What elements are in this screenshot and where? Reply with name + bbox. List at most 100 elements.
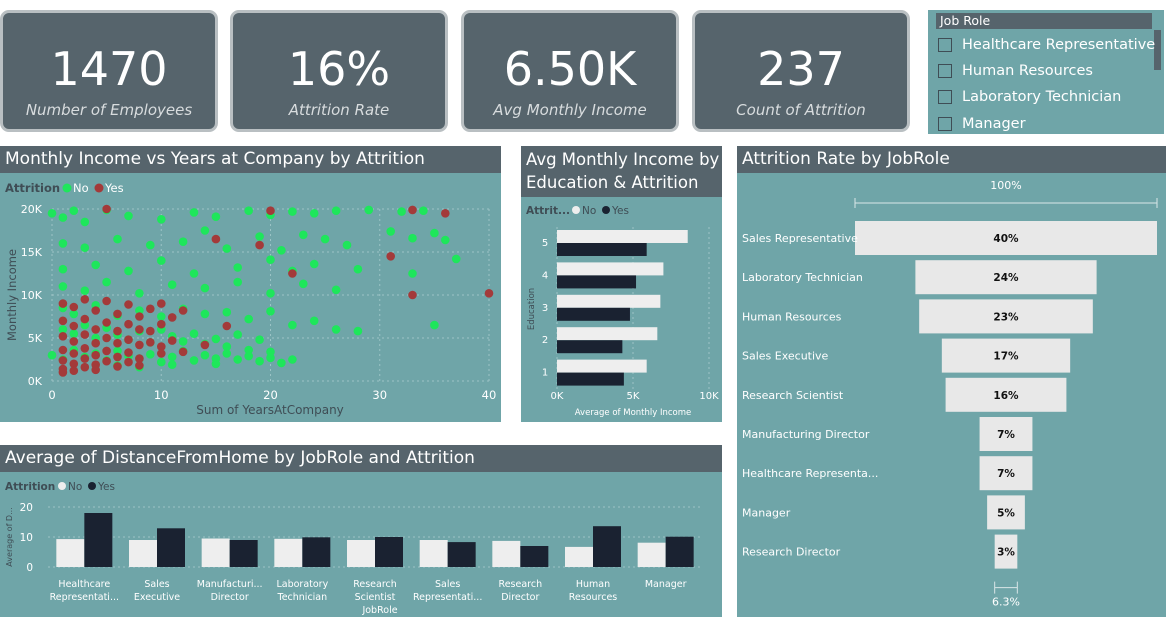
x-tick-label: Director <box>501 592 539 603</box>
scatter-point-no <box>167 360 177 369</box>
scatter-point-no <box>255 232 264 241</box>
scatter-point-no <box>299 279 308 289</box>
scatter-point-no <box>408 269 417 278</box>
kpi-value: 16% <box>287 42 391 96</box>
scatter-point-no <box>309 209 319 218</box>
education-chart[interactable]: Attrit... No Yes 0K 5K 10K Average of Monthly … <box>521 197 722 422</box>
scatter-point-yes <box>408 205 417 215</box>
x-tick-label: Research <box>499 579 543 590</box>
x-axis-label: Sum of YearsAtCompany <box>196 403 344 417</box>
checkbox[interactable] <box>938 38 952 52</box>
distance-title: Average of DistanceFromHome by JobRole a… <box>0 445 722 472</box>
scatter-point-no <box>397 207 406 216</box>
bar-no <box>565 546 593 567</box>
bar-no <box>56 539 85 567</box>
scatter-point-yes <box>69 349 79 358</box>
scatter-point-no <box>331 206 341 215</box>
scatter-point-no <box>244 351 253 361</box>
scatter-point-no <box>178 337 188 346</box>
scatter-point-yes <box>113 352 122 362</box>
scatter-point-no <box>353 326 363 336</box>
bar-yes <box>557 243 647 256</box>
y-tick-label: 15K <box>21 246 43 259</box>
funnel-category-label: Healthcare Representa... <box>742 467 878 480</box>
scatter-point-no <box>364 205 374 215</box>
scatter-point-no <box>277 358 286 368</box>
scatter-point-yes <box>146 338 155 347</box>
checkbox[interactable] <box>938 90 952 104</box>
y-tick-label: 2 <box>542 335 548 346</box>
scatter-point-yes <box>255 240 264 250</box>
scatter-point-no <box>157 215 166 224</box>
bar-no <box>557 262 664 276</box>
x-tick-label: Sales <box>144 579 169 590</box>
scatter-point-no <box>58 264 68 274</box>
x-tick-label: Director <box>211 592 249 603</box>
scatter-point-no <box>200 309 210 319</box>
scatter-point-no <box>451 254 461 264</box>
scatter-point-yes <box>167 336 177 345</box>
y-axis-label: Average of D... <box>5 507 14 566</box>
education-title: Avg Monthly Income by Education & Attrit… <box>521 146 722 197</box>
scatter-point-yes <box>113 338 122 348</box>
kpi-card-attrition-count[interactable]: 237 Count of Attrition <box>692 10 910 132</box>
y-tick-label: 10K <box>21 289 43 302</box>
scatter-point-yes <box>91 338 100 348</box>
scatter-point-yes <box>69 366 79 375</box>
x-tick-label: Manufacturi... <box>197 579 263 590</box>
education-title-line2: Education & Attrition <box>526 173 699 192</box>
bar-no <box>347 540 375 567</box>
scatter-point-no <box>277 246 286 255</box>
y-tick-label: 20 <box>20 502 33 514</box>
bar-no <box>129 540 157 567</box>
bar-yes <box>557 340 623 354</box>
slicer-option[interactable]: Healthcare Representative <box>938 34 1155 56</box>
funnel-value-label: 23% <box>993 311 1019 323</box>
slicer-option[interactable]: Human Resources <box>938 60 1093 82</box>
slicer-option[interactable]: Manager <box>938 113 1026 134</box>
funnel-value-label: 3% <box>997 547 1015 559</box>
bar-yes <box>84 513 113 567</box>
funnel-category-label: Sales Representative <box>742 232 858 245</box>
y-tick-label: 5 <box>542 238 548 249</box>
scatter-point-no <box>157 256 166 265</box>
bar-yes <box>157 528 185 567</box>
scatter-point-yes <box>146 304 155 314</box>
funnel-chart[interactable]: 100% 40% Sales Representative 24% Laboratory… <box>737 173 1166 617</box>
y-axis-label: Education <box>527 288 537 330</box>
bar-yes <box>557 275 637 289</box>
scatter-point-no <box>146 350 155 359</box>
distance-chart[interactable]: Attrition No Yes 0 10 20 Average of D... Health… <box>0 472 722 617</box>
checkbox[interactable] <box>938 64 952 78</box>
scatter-point-no <box>58 282 68 291</box>
checkbox[interactable] <box>938 117 952 131</box>
bar-no <box>201 538 230 567</box>
scatter-chart[interactable]: Attrition No Yes 0K 5K 10K 15K 20K 0 10 20 30 40 Sum … <box>0 173 501 422</box>
kpi-card-avg-income[interactable]: 6.50K Avg Monthly Income <box>461 10 679 132</box>
scatter-point-yes <box>91 350 100 360</box>
kpi-card-attrition-rate[interactable]: 16% Attrition Rate <box>230 10 448 132</box>
scatter-point-no <box>430 320 439 330</box>
scatter-point-no <box>266 289 275 298</box>
dashboard: 1470 Number of Employees 16% Attrition R… <box>0 0 1170 617</box>
x-tick-label: Representati... <box>50 592 119 603</box>
funnel-value-label: 5% <box>997 507 1015 519</box>
scatter-point-yes <box>102 204 111 214</box>
y-tick-label: 0K <box>28 375 43 388</box>
slicer-option[interactable]: Laboratory Technician <box>938 86 1121 108</box>
job-role-slicer: Job Role Healthcare Representative Human… <box>928 10 1164 134</box>
scatter-point-no <box>331 325 341 334</box>
scatter-point-no <box>200 350 210 360</box>
scatter-point-yes <box>113 362 122 371</box>
kpi-card-employees[interactable]: 1470 Number of Employees <box>0 10 218 132</box>
scatter-point-no <box>288 320 297 330</box>
x-axis-label: Average of Monthly Income <box>575 408 692 418</box>
funnel-category-label: Research Scientist <box>742 389 844 402</box>
scatter-point-no <box>233 330 242 339</box>
bar-yes <box>447 542 476 567</box>
y-tick-label: 1 <box>542 368 548 379</box>
legend-label-yes: Yes <box>611 205 629 217</box>
legend-marker-yes <box>602 206 610 214</box>
scatter-point-yes <box>135 361 144 370</box>
x-tick-label: Manager <box>645 579 687 590</box>
